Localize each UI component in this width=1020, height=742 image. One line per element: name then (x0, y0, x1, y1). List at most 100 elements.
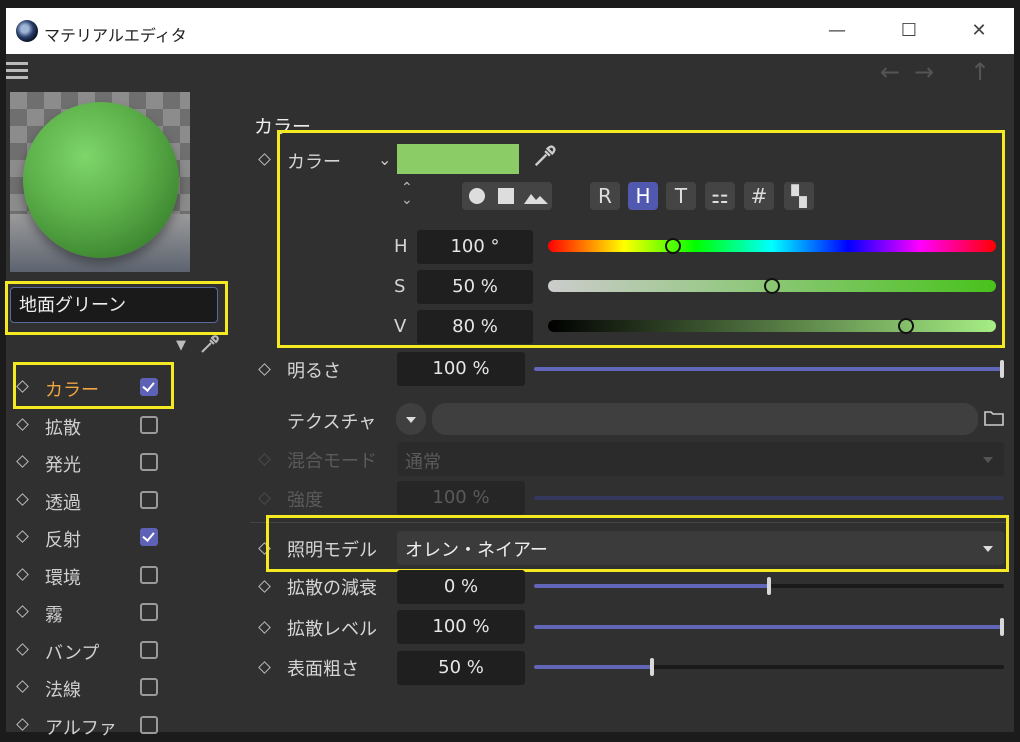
illumination-model-value: オレン・ネイアー (405, 540, 548, 561)
diffuse-level-field[interactable]: 100 % (397, 610, 525, 644)
param-diamond-icon (16, 492, 29, 506)
hue-slider[interactable] (548, 240, 996, 252)
channel-item[interactable]: 発光 (14, 449, 214, 479)
channel-label: 拡散 (45, 417, 81, 439)
roughness-slider[interactable] (534, 658, 1004, 676)
channel-item[interactable]: 霧 (14, 599, 214, 629)
channel-label: 反射 (45, 530, 81, 551)
strength-label: 強度 (287, 490, 323, 511)
channel-label: 発光 (45, 455, 81, 476)
param-diamond-icon (16, 567, 29, 581)
channel-item[interactable]: 環境 (14, 562, 214, 592)
mountain-icon[interactable] (524, 190, 548, 204)
channel-item[interactable]: 反射 (14, 524, 214, 554)
param-diamond-icon (16, 680, 29, 693)
param-diamond-icon (16, 530, 29, 543)
window-title: マテリアルエディタ (44, 26, 187, 45)
channel-checkbox[interactable] (140, 715, 158, 734)
param-diamond-icon (16, 417, 29, 431)
channel-item[interactable]: アルファ (14, 712, 214, 742)
strength-field: 100 % (397, 481, 525, 515)
material-preview[interactable] (10, 92, 190, 272)
back-arrow-icon[interactable]: ← (880, 58, 900, 86)
brightness-field[interactable]: 100 % (397, 352, 525, 386)
brightness-label: 明るさ (287, 361, 341, 382)
illumination-model-label: 照明モデル (287, 540, 377, 561)
color-swatch[interactable] (397, 144, 519, 174)
color-mode-button[interactable]: ▚ (784, 182, 814, 210)
color-mode-button[interactable]: T (666, 182, 696, 210)
channel-label: バンプ (45, 642, 100, 664)
texture-menu-button[interactable] (396, 403, 426, 435)
brightness-slider[interactable] (534, 360, 1004, 378)
channel-label: 環境 (45, 567, 81, 589)
maximize-button[interactable]: ☐ (886, 18, 932, 46)
color-picker-type-group[interactable] (462, 182, 552, 210)
hue-label: H (394, 236, 408, 257)
circle-icon[interactable] (469, 188, 485, 204)
app-icon (16, 20, 38, 42)
channel-label: アルファ (45, 717, 117, 739)
chevron-down-icon[interactable]: ⌄ (378, 150, 391, 169)
saturation-field[interactable]: 50 % (417, 270, 533, 304)
param-diamond-icon (16, 380, 29, 393)
up-arrow-icon[interactable]: ↑ (970, 58, 990, 86)
channel-item[interactable]: カラー (14, 374, 214, 404)
diffuse-falloff-label: 拡散の減衰 (287, 578, 377, 599)
eyedropper-icon[interactable] (198, 334, 220, 356)
channel-label: カラー (45, 380, 99, 401)
square-icon[interactable] (498, 188, 514, 204)
channel-label: 法線 (45, 680, 81, 701)
channel-checkbox[interactable] (140, 528, 158, 546)
chevron-down-icon[interactable]: ▼ (176, 338, 186, 353)
channel-checkbox[interactable] (140, 565, 158, 584)
menu-icon[interactable] (6, 62, 28, 83)
preview-sphere (23, 102, 179, 258)
roughness-field[interactable]: 50 % (397, 651, 525, 685)
folder-icon[interactable] (984, 409, 1004, 427)
channel-checkbox[interactable] (140, 378, 158, 396)
hue-field[interactable]: 100 ° (417, 230, 533, 264)
channel-item[interactable]: 拡散 (14, 412, 214, 442)
close-button[interactable]: ✕ (956, 18, 1002, 46)
channel-item[interactable]: 透過 (14, 487, 214, 517)
value-slider[interactable] (548, 320, 996, 332)
material-name-field[interactable]: 地面グリーン (10, 287, 218, 323)
channel-checkbox[interactable] (140, 453, 158, 471)
channel-checkbox[interactable] (140, 490, 158, 509)
divider (250, 522, 1008, 523)
minimize-button[interactable]: — (814, 18, 860, 46)
saturation-label: S (394, 276, 406, 297)
color-mode-button[interactable]: # (744, 182, 774, 210)
channel-item[interactable]: 法線 (14, 674, 214, 704)
channel-label: 霧 (45, 605, 63, 626)
diffuse-falloff-slider[interactable] (534, 577, 1004, 595)
saturation-slider-knob[interactable] (764, 278, 780, 294)
channel-label: 透過 (45, 492, 81, 514)
channel-item[interactable]: バンプ (14, 637, 214, 667)
value-field[interactable]: 80 % (417, 310, 533, 344)
channel-checkbox[interactable] (140, 640, 158, 659)
channel-checkbox[interactable] (140, 603, 158, 621)
window-titlebar: マテリアルエディタ — ☐ ✕ (6, 8, 1014, 54)
chevron-down-icon (406, 417, 416, 423)
color-mode-button[interactable]: H (628, 182, 658, 210)
diffuse-level-slider[interactable] (534, 618, 1004, 636)
channel-checkbox[interactable] (140, 415, 158, 434)
texture-path-field[interactable] (432, 403, 978, 435)
diffuse-falloff-field[interactable]: 0 % (397, 570, 525, 604)
chevron-down-icon (983, 457, 993, 463)
color-label: カラー (287, 152, 341, 173)
strength-slider (534, 496, 1004, 500)
color-mode-button[interactable]: ⚏ (705, 182, 735, 210)
collapse-toggle-icon[interactable]: ⌃ ⌄ (401, 181, 413, 207)
channel-checkbox[interactable] (140, 678, 158, 696)
forward-arrow-icon[interactable]: → (914, 58, 934, 86)
param-diamond-icon (16, 642, 29, 656)
param-diamond-icon (16, 605, 29, 618)
color-mode-button[interactable]: R (590, 182, 620, 210)
texture-label: テクスチャ (287, 412, 377, 433)
eyedropper-icon[interactable] (531, 144, 557, 170)
illumination-model-dropdown[interactable]: オレン・ネイアー (397, 531, 1004, 565)
chevron-down-icon (983, 546, 993, 552)
